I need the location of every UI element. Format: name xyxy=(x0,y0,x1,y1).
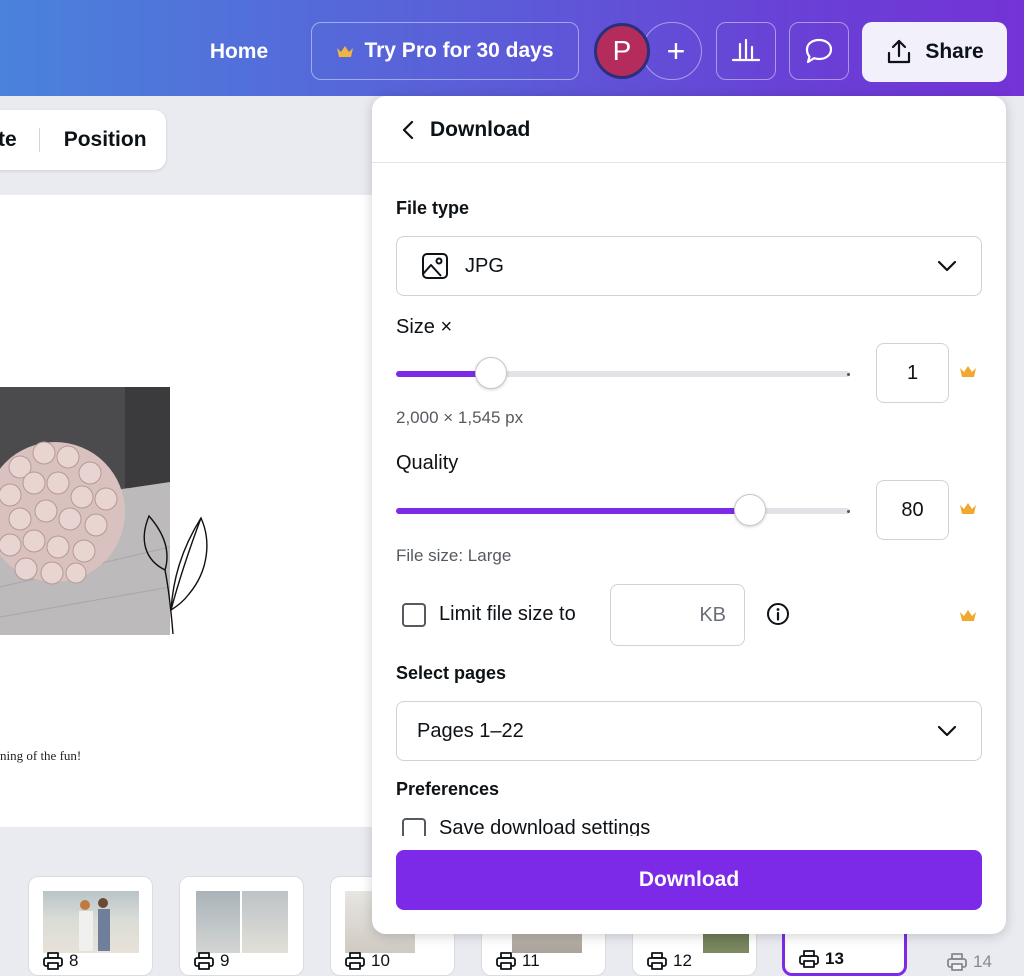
select-pages-label: Select pages xyxy=(396,663,507,683)
page-number: 12 xyxy=(673,951,692,970)
download-panel: Download File type JPG Size × 1 2,000 × … xyxy=(372,96,1006,934)
dimensions-text: 2,000 × 1,545 px xyxy=(396,408,524,427)
limit-file-size-label: Limit file size to xyxy=(439,603,576,625)
thumbnail-image xyxy=(242,891,288,953)
page-thumbnail-8[interactable]: 8 xyxy=(28,876,153,976)
pages-value: Pages 1–22 xyxy=(417,719,524,742)
thumbnail-label: 11 xyxy=(496,951,540,971)
print-icon xyxy=(345,952,365,970)
download-button[interactable]: Download xyxy=(396,850,982,910)
page-number: 13 xyxy=(825,949,844,968)
thumbnail-label: 9 xyxy=(194,951,229,971)
thumbnail-label: 14 xyxy=(947,952,992,972)
size-slider-handle[interactable] xyxy=(475,357,508,389)
comment-icon xyxy=(805,38,833,64)
file-size-text: File size: Large xyxy=(396,546,512,565)
thumbnail-label: 10 xyxy=(345,951,390,971)
page-number: 9 xyxy=(220,951,230,970)
position-button[interactable]: Position xyxy=(64,128,147,152)
add-collaborator-button[interactable]: + xyxy=(642,22,702,80)
try-pro-label: Try Pro for 30 days xyxy=(364,39,554,62)
slider-end-dot xyxy=(847,510,850,513)
crown-icon xyxy=(337,45,354,57)
top-bar: Home Try Pro for 30 days + P Share xyxy=(0,0,1024,96)
size-input[interactable]: 1 xyxy=(876,343,949,403)
avatar[interactable]: P xyxy=(594,23,650,79)
file-type-label: File type xyxy=(396,198,470,218)
print-icon xyxy=(947,953,967,971)
size-label: Size × xyxy=(396,316,453,338)
preferences-label: Preferences xyxy=(396,779,500,799)
panel-header: Download xyxy=(372,96,1006,163)
quality-slider-handle[interactable] xyxy=(734,494,767,526)
thumbnail-label: 12 xyxy=(647,951,692,971)
quality-label: Quality xyxy=(396,452,459,474)
image-icon xyxy=(422,253,448,279)
toolbar-item-truncated[interactable]: te xyxy=(0,128,17,152)
leaf-illustration[interactable] xyxy=(135,510,215,640)
file-type-value: JPG xyxy=(465,254,504,277)
insights-button[interactable] xyxy=(716,22,776,80)
bar-chart-icon xyxy=(731,38,761,62)
page-number: 11 xyxy=(522,951,540,970)
print-icon xyxy=(43,952,63,970)
limit-file-size-checkbox[interactable] xyxy=(402,603,426,627)
quality-input[interactable]: 80 xyxy=(876,480,949,540)
share-label: Share xyxy=(925,40,984,63)
chevron-left-icon xyxy=(402,120,414,140)
chevron-down-icon xyxy=(937,260,957,272)
chevron-down-icon xyxy=(937,725,957,737)
file-type-select[interactable]: JPG xyxy=(396,236,982,296)
comments-button[interactable] xyxy=(789,22,849,80)
back-button[interactable] xyxy=(396,118,420,142)
upload-icon xyxy=(888,39,911,64)
file-size-limit-input[interactable]: KB xyxy=(610,584,745,646)
page-thumbnail-9[interactable]: 9 xyxy=(179,876,304,976)
share-button[interactable]: Share xyxy=(862,22,1007,82)
print-icon xyxy=(194,952,214,970)
quality-slider-fill xyxy=(396,508,751,514)
thumbnail-label: 8 xyxy=(43,951,78,971)
thumbnail-image xyxy=(43,891,139,953)
page-number: 10 xyxy=(371,951,390,970)
info-icon[interactable] xyxy=(766,602,790,626)
crown-icon xyxy=(960,366,976,377)
size-slider[interactable] xyxy=(396,357,850,389)
home-nav-button[interactable]: Home xyxy=(190,24,288,80)
crown-icon xyxy=(960,503,976,514)
pages-select[interactable]: Pages 1–22 xyxy=(396,701,982,761)
thumbnail-image xyxy=(196,891,240,953)
context-toolbar: te Position xyxy=(0,110,166,170)
print-icon xyxy=(496,952,516,970)
toolbar-divider xyxy=(38,128,40,152)
page-number: 8 xyxy=(69,951,79,970)
slider-end-dot xyxy=(847,373,850,376)
print-icon xyxy=(799,950,819,968)
try-pro-button[interactable]: Try Pro for 30 days xyxy=(311,22,579,80)
panel-title: Download xyxy=(430,118,531,141)
plus-icon: + xyxy=(666,32,686,69)
crown-icon xyxy=(960,610,976,621)
page-number: 14 xyxy=(973,952,992,971)
quality-slider[interactable] xyxy=(396,494,850,526)
thumbnail-label: 13 xyxy=(799,949,844,969)
caption-text[interactable]: ning of the fun! xyxy=(0,748,81,764)
print-icon xyxy=(647,952,667,970)
